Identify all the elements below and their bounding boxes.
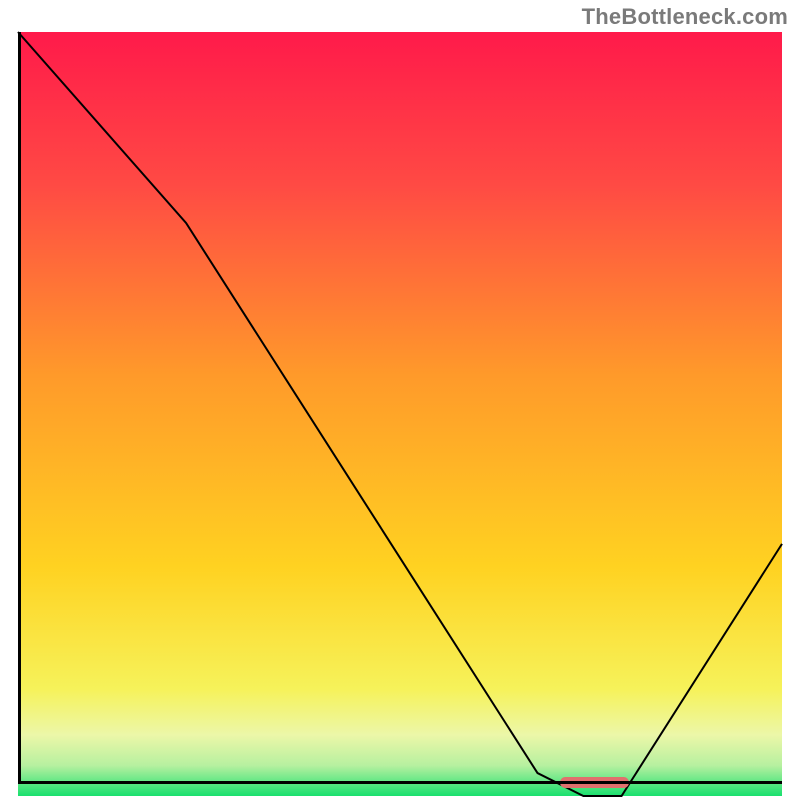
plot-area — [18, 32, 782, 784]
y-axis-line — [18, 32, 21, 784]
chart-container: TheBottleneck.com — [0, 0, 800, 800]
x-axis-line — [18, 781, 782, 784]
watermark-text: TheBottleneck.com — [582, 4, 788, 30]
bottleneck-curve — [18, 32, 782, 796]
